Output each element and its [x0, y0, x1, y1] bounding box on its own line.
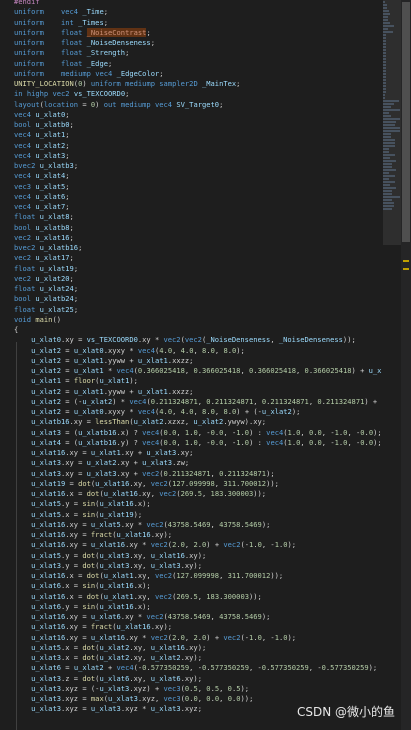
code-line[interactable]: u_xlat3.x = dot(u_xlat2.xy, u_xlat2.xy); [14, 653, 382, 663]
code-line[interactable]: uniform vec4 _Time; [14, 7, 382, 17]
code-line[interactable]: u_xlat2 = u_xlat0.xyxy * vec4(4.0, 4.0, … [14, 346, 382, 356]
scrollbar-marker [403, 268, 409, 270]
code-line[interactable]: uniform float _Strength; [14, 48, 382, 58]
code-line[interactable]: float u_xlat8; [14, 212, 382, 222]
code-line[interactable]: void main() [14, 315, 382, 325]
csdn-watermark: CSDN @微小的鱼 [296, 705, 395, 719]
code-line[interactable]: u_xlat2 = u_xlat1 * vec4(0.366025418, 0.… [14, 366, 382, 376]
minimap[interactable] [383, 0, 401, 730]
code-line[interactable]: u_xlat16.xy = u_xlat5.xy * vec2(43758.54… [14, 520, 382, 530]
code-line[interactable]: uniform float _NoiseDenseness; [14, 38, 382, 48]
code-line[interactable]: u_xlat3 = (u_xlatb16.x) ? vec4(0.0, 1.0,… [14, 428, 382, 438]
code-line[interactable]: { [14, 325, 382, 335]
code-line[interactable]: float u_xlat24; [14, 284, 382, 294]
code-line[interactable]: u_xlat6.x = sin(u_xlat16.x); [14, 581, 382, 591]
code-line[interactable]: u_xlat2 = u_xlat0.xyxy * vec4(4.0, 4.0, … [14, 407, 382, 417]
code-line[interactable]: vec2 u_xlat17; [14, 253, 382, 263]
code-line[interactable]: u_xlat5.x = dot(u_xlat2.xy, u_xlat16.xy)… [14, 643, 382, 653]
code-line[interactable]: u_xlat3.z = dot(u_xlat6.xy, u_xlat6.xy); [14, 674, 382, 684]
code-line[interactable]: in highp vec2 vs_TEXCOORD0; [14, 89, 382, 99]
code-line[interactable]: u_xlat16.xy = fract(u_xlat16.xy); [14, 622, 382, 632]
code-line[interactable]: vec4 u_xlat1; [14, 130, 382, 140]
code-line[interactable]: u_xlat3.xy = u_xlat3.xy + vec2(0.2113248… [14, 469, 382, 479]
code-line[interactable]: u_xlat2 = u_xlat1.yyww + u_xlat1.xxzz; [14, 356, 382, 366]
code-line[interactable]: uniform float _Edge; [14, 59, 382, 69]
code-line[interactable]: u_xlat16.x = dot(u_xlat1.xy, vec2(127.09… [14, 571, 382, 581]
code-line[interactable]: u_xlat0.xy = vs_TEXCOORD0.xy * vec2(vec2… [14, 335, 382, 345]
code-line[interactable]: u_xlatb16.xy = lessThan(u_xlat2.xzxz, u_… [14, 417, 382, 427]
code-line[interactable]: UNITY_LOCATION(0) uniform mediump sample… [14, 79, 382, 89]
code-line[interactable]: layout(location = 0) out mediump vec4 SV… [14, 100, 382, 110]
code-line[interactable]: u_xlat2 = (-u_xlat2) * vec4(0.211324871,… [14, 397, 382, 407]
code-line[interactable]: vec2 u_xlat20; [14, 274, 382, 284]
code-line[interactable]: vec4 u_xlat4; [14, 171, 382, 181]
code-line[interactable]: vec4 u_xlat7; [14, 202, 382, 212]
code-line[interactable]: u_xlat6.y = sin(u_xlat16.x); [14, 602, 382, 612]
scrollbar-thumb[interactable] [402, 2, 410, 242]
code-line[interactable]: bvec2 u_xlatb16; [14, 243, 382, 253]
code-editor[interactable]: #endif uniform vec4 _Time; uniform int _Ti… [0, 0, 383, 730]
scrollbar-marker [403, 260, 409, 262]
code-line[interactable]: u_xlat6 = u_xlat2 + vec4(-0.577350259, -… [14, 663, 382, 673]
code-line[interactable]: #endif [14, 0, 382, 7]
code-line[interactable]: u_xlat19 = dot(u_xlat16.xy, vec2(127.099… [14, 479, 382, 489]
code-line[interactable]: u_xlat3.y = dot(u_xlat3.xy, u_xlat3.xy); [14, 561, 382, 571]
code-line[interactable]: u_xlat16.xy = u_xlat16.xy * vec2(2.0, 2.… [14, 633, 382, 643]
code-line[interactable]: vec4 u_xlat0; [14, 110, 382, 120]
code-line[interactable]: u_xlat16.xy = u_xlat16.xy * vec2(2.0, 2.… [14, 540, 382, 550]
code-line[interactable]: vec4 u_xlat3; [14, 151, 382, 161]
code-line[interactable]: vec3 u_xlat5; [14, 182, 382, 192]
code-line[interactable]: u_xlat16.xy = fract(u_xlat16.xy); [14, 530, 382, 540]
code-line[interactable]: u_xlat1 = floor(u_xlat1); [14, 376, 382, 386]
code-line[interactable]: u_xlat3.xy = u_xlat2.xy + u_xlat3.zw; [14, 458, 382, 468]
code-line[interactable]: u_xlat5.x = sin(u_xlat19); [14, 510, 382, 520]
code-line[interactable]: float u_xlat25; [14, 305, 382, 315]
code-line[interactable]: vec2 u_xlat16; [14, 233, 382, 243]
code-line[interactable]: bool u_xlatb24; [14, 294, 382, 304]
code-line[interactable]: u_xlat5.y = dot(u_xlat3.xy, u_xlat16.xy)… [14, 551, 382, 561]
code-line[interactable]: u_xlat16.x = dot(u_xlat1.xy, vec2(269.5,… [14, 592, 382, 602]
code-line[interactable]: uniform float _NoiseContrast; [14, 27, 382, 38]
code-line[interactable]: vec4 u_xlat6; [14, 192, 382, 202]
code-line[interactable]: bool u_xlatb8; [14, 223, 382, 233]
code-line[interactable]: vec4 u_xlat2; [14, 141, 382, 151]
code-line[interactable]: uniform mediump vec4 _EdgeColor; [14, 69, 382, 79]
code-line[interactable]: float u_xlat19; [14, 264, 382, 274]
code-line[interactable]: u_xlat2 = u_xlat1.yyww + u_xlat1.xxzz; [14, 387, 382, 397]
vertical-scrollbar[interactable] [401, 0, 411, 730]
code-line[interactable]: u_xlat16.x = dot(u_xlat16.xy, vec2(269.5… [14, 489, 382, 499]
code-line[interactable]: u_xlat16.xy = u_xlat1.xy + u_xlat3.xy; [14, 448, 382, 458]
minimap-slider[interactable] [383, 0, 401, 245]
code-line[interactable]: uniform int _Times; [14, 18, 382, 28]
code-line[interactable]: u_xlat4 = (u_xlatb16.y) ? vec4(0.0, 1.0,… [14, 438, 382, 448]
code-line[interactable]: u_xlat5.y = sin(u_xlat16.x); [14, 499, 382, 509]
code-text[interactable]: #endif uniform vec4 _Time; uniform int _Ti… [14, 0, 382, 715]
code-line[interactable]: u_xlat16.xy = u_xlat6.xy * vec2(43758.54… [14, 612, 382, 622]
code-line[interactable]: bool u_xlatb0; [14, 120, 382, 130]
code-line[interactable]: u_xlat3.xyz = (-u_xlat3.xyz) + vec3(0.5,… [14, 684, 382, 694]
code-line[interactable]: bvec2 u_xlatb3; [14, 161, 382, 171]
